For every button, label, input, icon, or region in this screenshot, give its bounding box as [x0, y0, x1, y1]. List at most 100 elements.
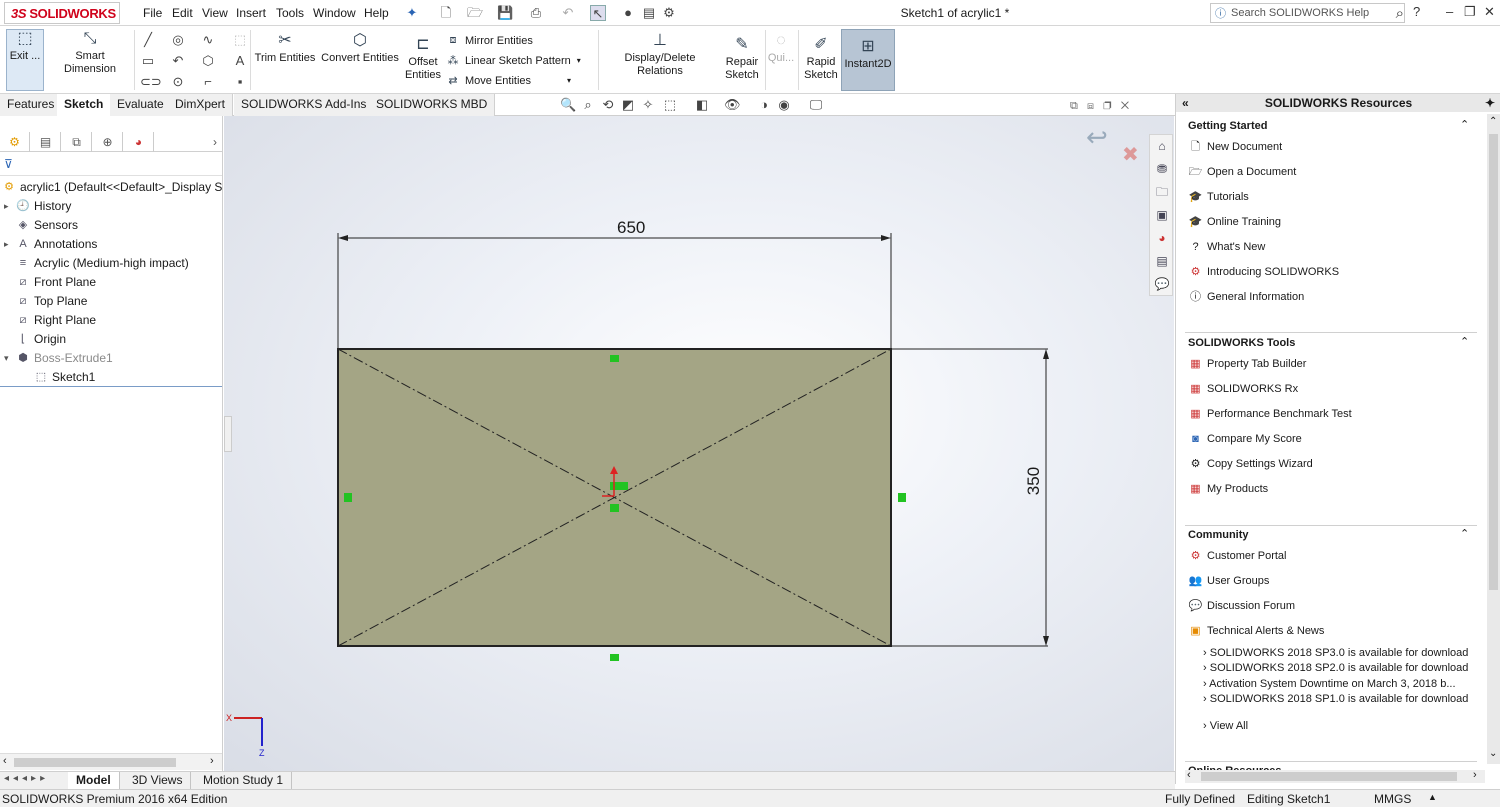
- close-icon[interactable]: ✕: [1484, 4, 1495, 20]
- rectangle-icon[interactable]: ▭: [140, 53, 156, 69]
- surface-spline-icon[interactable]: ⬚: [232, 32, 248, 48]
- save-icon[interactable]: 💾: [497, 5, 513, 21]
- section-view-icon[interactable]: ◩: [620, 97, 636, 113]
- ellipse-icon[interactable]: ⊙: [170, 74, 186, 90]
- expand-icon[interactable]: ▸: [4, 197, 14, 215]
- restore-icon[interactable]: ❐: [1464, 4, 1476, 20]
- menu-view[interactable]: View: [202, 6, 228, 20]
- tab-mbd[interactable]: SOLIDWORKS MBD: [369, 94, 496, 116]
- tree-root-part[interactable]: ⚙ acrylic1 (Default<<Default>_Display S: [2, 178, 222, 196]
- link-new-document[interactable]: 🗋 New Document: [1188, 140, 1282, 154]
- chevron-down-icon[interactable]: ▾: [567, 76, 571, 85]
- hide-show-icon[interactable]: 👁: [724, 97, 741, 113]
- menu-tools[interactable]: Tools: [276, 6, 304, 20]
- view-orientation-icon[interactable]: ⬚: [662, 97, 678, 113]
- search-input[interactable]: Search SOLIDWORKS Help: [1231, 7, 1396, 19]
- dimxpert-manager-icon[interactable]: ⊕: [93, 132, 123, 152]
- horizontal-scrollbar[interactable]: ‹ ›: [0, 753, 222, 770]
- menu-edit[interactable]: Edit: [172, 6, 193, 20]
- circle-icon[interactable]: ◎: [170, 32, 186, 48]
- menu-insert[interactable]: Insert: [236, 6, 266, 20]
- viewport-controls[interactable]: ⧉ ⧈ ❐ ✕: [1070, 100, 1129, 113]
- repair-sketch-button[interactable]: ✎ Repair Sketch: [722, 36, 762, 82]
- horizontal-scrollbar[interactable]: ‹ ›: [1185, 769, 1485, 783]
- trim-entities-button[interactable]: ✂ Trim Entities: [254, 32, 316, 65]
- link-copy-settings[interactable]: ⚙ Copy Settings Wizard: [1188, 457, 1313, 471]
- tree-item-top-plane[interactable]: ⧄ Top Plane: [4, 292, 88, 310]
- minimize-icon[interactable]: –: [1446, 4, 1453, 19]
- tree-item-history[interactable]: ▸ 🕘 History: [4, 197, 71, 215]
- scroll-left-icon[interactable]: ‹: [3, 755, 7, 767]
- filter-icon[interactable]: ⊽: [4, 157, 13, 171]
- appearances-icon[interactable]: ◕: [1153, 229, 1171, 247]
- help-menu-icon[interactable]: ?: [1413, 4, 1420, 19]
- scroll-right-icon[interactable]: ›: [210, 755, 214, 767]
- section-getting-started[interactable]: Getting Started: [1188, 120, 1267, 132]
- print-icon[interactable]: ⎙: [528, 5, 544, 21]
- rebuild-icon[interactable]: ●: [620, 5, 636, 21]
- offset-entities-button[interactable]: ⊏ Offset Entities: [404, 36, 442, 82]
- scroll-thumb[interactable]: [1489, 134, 1498, 590]
- news-item[interactable]: › SOLIDWORKS 2018 SP3.0 is available for…: [1203, 647, 1468, 659]
- vertical-scrollbar[interactable]: ⌃ ⌄: [1487, 114, 1500, 764]
- tree-item-sensors[interactable]: ◈ Sensors: [4, 216, 78, 234]
- smart-dimension-button[interactable]: ⤡ Smart Dimension: [48, 30, 132, 76]
- link-compare-score[interactable]: ◙ Compare My Score: [1188, 432, 1302, 446]
- search-icon[interactable]: ⌕: [1396, 5, 1404, 22]
- link-discussion-forum[interactable]: 💬 Discussion Forum: [1188, 599, 1295, 613]
- scroll-thumb[interactable]: [14, 758, 176, 767]
- tab-scroll-arrows[interactable]: ◂◂◂▸▸: [4, 773, 49, 784]
- tree-item-origin[interactable]: ⌊ Origin: [4, 330, 66, 348]
- home-icon[interactable]: ⌂: [1153, 137, 1171, 155]
- open-icon[interactable]: 🗁: [467, 5, 483, 21]
- tree-item-right-plane[interactable]: ⧄ Right Plane: [4, 311, 97, 329]
- tab-addins[interactable]: SOLIDWORKS Add-Ins: [234, 94, 375, 116]
- tab-model[interactable]: Model: [68, 772, 120, 790]
- view-palette-icon[interactable]: ▣: [1153, 206, 1171, 224]
- tab-features[interactable]: Features: [0, 94, 63, 116]
- link-user-groups[interactable]: 👥 User Groups: [1188, 574, 1270, 588]
- link-benchmark[interactable]: ▦ Performance Benchmark Test: [1188, 407, 1351, 421]
- section-tools[interactable]: SOLIDWORKS Tools: [1188, 337, 1295, 349]
- midpoint-relation-icon[interactable]: [610, 482, 628, 490]
- new-document-icon[interactable]: 🗋: [438, 5, 454, 21]
- file-explorer-icon[interactable]: 🗀: [1153, 183, 1171, 201]
- tree-item-boss-extrude[interactable]: ▾ ⬢ Boss-Extrude1: [4, 349, 113, 367]
- sketch-canvas[interactable]: X Z: [224, 116, 1174, 772]
- scroll-down-icon[interactable]: ⌄: [1489, 748, 1497, 759]
- chevron-up-icon[interactable]: ⌃: [1460, 527, 1469, 540]
- exit-sketch-button[interactable]: ⬚ Exit ...: [6, 29, 44, 91]
- link-whats-new[interactable]: ? What's New: [1188, 240, 1265, 254]
- chevron-down-icon[interactable]: ▾: [577, 56, 581, 65]
- tree-item-front-plane[interactable]: ⧄ Front Plane: [4, 273, 97, 291]
- dimension-width-label[interactable]: 650: [617, 218, 645, 238]
- instant2d-button[interactable]: ⊞ Instant2D: [841, 29, 895, 91]
- text-icon[interactable]: A: [232, 53, 248, 69]
- link-open-document[interactable]: 🗁 Open a Document: [1188, 165, 1297, 179]
- display-style-icon[interactable]: ◧: [694, 97, 710, 113]
- section-community[interactable]: Community: [1188, 529, 1249, 541]
- link-general-info[interactable]: ⓘ General Information: [1188, 290, 1304, 304]
- horizontal-relation-icon[interactable]: [610, 654, 619, 661]
- tree-item-material[interactable]: ≡ Acrylic (Medium-high impact): [4, 254, 189, 272]
- view-settings-icon[interactable]: 🖵: [808, 97, 824, 113]
- polygon-icon[interactable]: ⬡: [200, 53, 216, 69]
- pin-icon[interactable]: ✦: [404, 5, 420, 21]
- scene-icon[interactable]: ◉: [776, 97, 792, 113]
- spline-icon[interactable]: ∿: [200, 32, 216, 48]
- rollback-bar[interactable]: [0, 386, 222, 387]
- news-item[interactable]: › SOLIDWORKS 2018 SP2.0 is available for…: [1203, 662, 1468, 674]
- feature-tree-icon[interactable]: ⚙: [0, 132, 30, 152]
- pin-icon[interactable]: ✦: [1485, 94, 1495, 112]
- collapse-pane-icon[interactable]: «: [1182, 94, 1189, 112]
- vertical-relation-icon[interactable]: [898, 493, 906, 502]
- slot-icon[interactable]: ⊂⊃: [140, 74, 162, 90]
- zoom-area-icon[interactable]: ⌕: [580, 97, 596, 113]
- file-properties-icon[interactable]: ▤: [641, 5, 657, 21]
- tree-item-sketch1[interactable]: ⬚ Sketch1: [22, 368, 96, 386]
- vertical-relation-icon[interactable]: [344, 493, 352, 502]
- link-rx[interactable]: ▦ SOLIDWORKS Rx: [1188, 382, 1298, 396]
- mirror-entities-button[interactable]: ⧈ Mirror Entities: [445, 34, 533, 47]
- news-item[interactable]: › Activation System Downtime on March 3,…: [1203, 678, 1456, 690]
- solidworks-logo[interactable]: 3S SOLIDWORKS: [4, 2, 120, 24]
